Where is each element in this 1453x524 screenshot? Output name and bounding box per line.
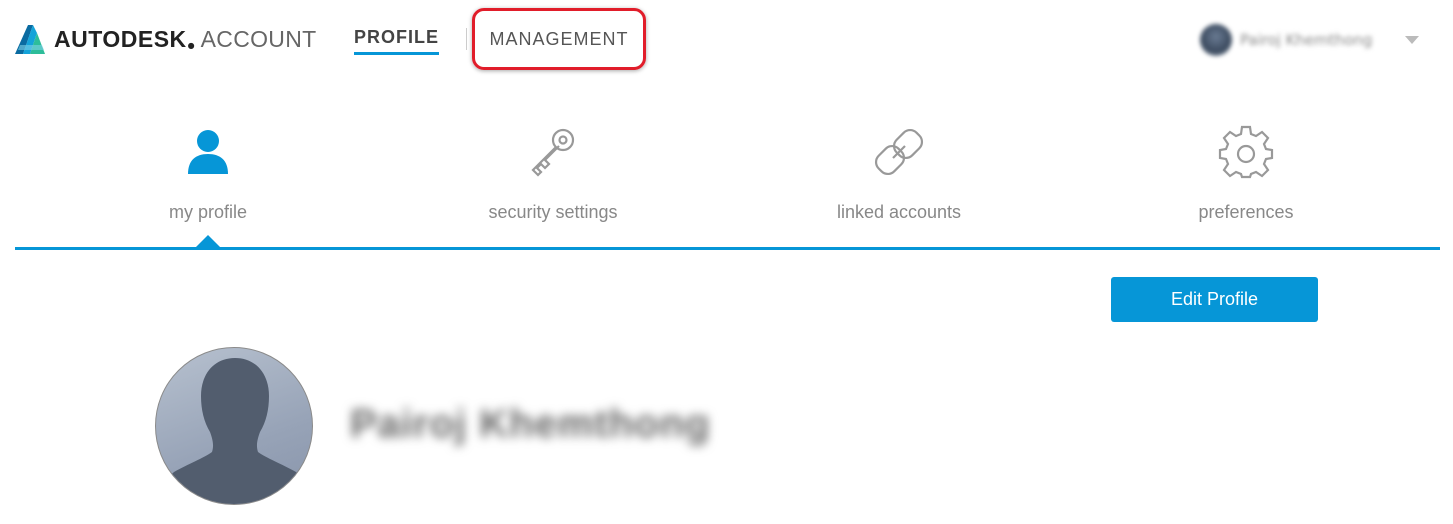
tab-my-profile[interactable]: my profile bbox=[58, 100, 358, 248]
autodesk-logo-icon bbox=[15, 25, 45, 54]
nav-profile[interactable]: PROFILE bbox=[354, 27, 440, 55]
nav-management-label: MANAGEMENT bbox=[489, 28, 629, 49]
gear-icon bbox=[1218, 125, 1274, 179]
active-tab-indicator bbox=[195, 235, 221, 248]
tab-label: security settings bbox=[488, 202, 618, 222]
edit-profile-button[interactable]: Edit Profile bbox=[1111, 277, 1318, 322]
chevron-down-icon[interactable] bbox=[1405, 36, 1419, 44]
key-icon bbox=[531, 128, 575, 177]
user-name: Pairoj Khemthong bbox=[1240, 31, 1373, 49]
autodesk-logo[interactable]: AUTODESK ● ACCOUNT bbox=[14, 22, 316, 56]
tab-label: preferences bbox=[1198, 202, 1294, 222]
nav-management[interactable]: MANAGEMENT bbox=[472, 8, 646, 70]
registered-mark: ● bbox=[187, 41, 195, 50]
tab-label: linked accounts bbox=[836, 202, 962, 222]
profile-avatar bbox=[155, 347, 313, 505]
chain-link-icon bbox=[874, 128, 924, 176]
brand-name: AUTODESK bbox=[54, 25, 187, 52]
person-silhouette-icon bbox=[156, 358, 312, 504]
tab-preferences[interactable]: preferences bbox=[1096, 100, 1396, 248]
product-name: ACCOUNT bbox=[200, 25, 317, 52]
user-menu[interactable]: Pairoj Khemthong bbox=[1200, 22, 1419, 58]
user-avatar bbox=[1200, 24, 1232, 56]
profile-tabs: my profile security settings linked acco… bbox=[15, 100, 1440, 250]
tab-security-settings[interactable]: security settings bbox=[403, 100, 703, 248]
tab-linked-accounts[interactable]: linked accounts bbox=[749, 100, 1049, 248]
person-icon bbox=[188, 130, 228, 174]
top-header: AUTODESK ● ACCOUNT PROFILE MANAGEMENT Pa… bbox=[0, 0, 1453, 80]
nav-divider bbox=[466, 28, 467, 50]
tab-label: my profile bbox=[168, 202, 248, 222]
profile-name: Pairoj Khemthong bbox=[350, 402, 711, 446]
